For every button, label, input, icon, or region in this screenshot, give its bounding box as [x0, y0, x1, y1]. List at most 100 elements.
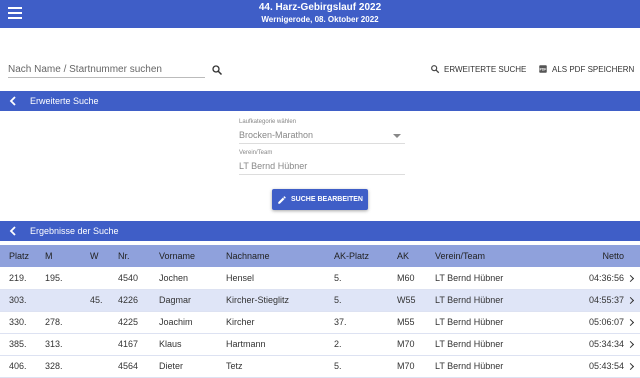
cell-team: LT Bernd Hübner	[435, 339, 504, 349]
advanced-search-button[interactable]: ERWEITERTE SUCHE	[430, 64, 526, 74]
event-title: 44. Harz-Gebirgslauf 2022	[258, 2, 382, 13]
cell-w: 45.	[90, 295, 103, 305]
cell-platz: 330.	[9, 317, 27, 327]
cell-team: LT Bernd Hübner	[435, 317, 504, 327]
cell-ak-platz: 5.	[334, 361, 342, 371]
column-header[interactable]: Nr.	[118, 245, 159, 267]
search-input[interactable]	[8, 62, 205, 78]
svg-text:PDF: PDF	[540, 68, 547, 72]
cell-ak: M70	[397, 339, 415, 349]
category-select-value: Brocken-Marathon	[239, 130, 314, 140]
cell-netto: 05:43:54	[588, 361, 624, 371]
cell-nachname: Tetz	[226, 361, 243, 371]
category-label: Laufkategorie wählen	[239, 119, 297, 125]
cell-team: LT Bernd Hübner	[435, 361, 504, 371]
table-header-row: Platz M W Nr. Vorname Nachname AK-Platz …	[0, 245, 640, 267]
advanced-search-label: ERWEITERTE SUCHE	[444, 64, 527, 74]
cell-nachname: Kircher-Stieglitz	[226, 295, 290, 305]
column-header[interactable]: AK	[397, 245, 435, 267]
cell-ak-platz: 2.	[334, 339, 342, 349]
team-label: Verein/Team	[239, 150, 273, 156]
cell-w	[90, 333, 118, 355]
cell-nr: 4225	[118, 317, 139, 327]
advanced-search-section-header[interactable]: Erweiterte Suche	[0, 91, 640, 111]
cell-netto: 05:06:07	[588, 317, 624, 327]
column-header[interactable]: Nachname	[226, 245, 334, 267]
team-field[interactable]: LT Bernd Hübner	[239, 161, 405, 175]
cell-ak: M70	[397, 361, 415, 371]
cell-nachname: Kircher	[226, 317, 255, 327]
chevron-right-icon[interactable]	[624, 355, 640, 377]
cell-platz: 219.	[9, 272, 27, 283]
team-field-value: LT Bernd Hübner	[239, 161, 308, 171]
save-pdf-button[interactable]: PDF ALS PDF SPEICHERN	[538, 64, 634, 74]
chevron-right-icon[interactable]	[624, 289, 640, 311]
cell-netto: 04:55:37	[588, 295, 624, 305]
cell-vorname: Dieter	[159, 361, 184, 371]
cell-ak: M60	[397, 272, 415, 283]
cell-netto: 04:36:56	[588, 272, 624, 283]
cell-w	[90, 267, 118, 289]
cell-vorname: Dagmar	[159, 295, 192, 305]
cell-m	[45, 289, 90, 311]
column-header[interactable]: AK-Platz	[334, 245, 397, 267]
edit-search-label: SUCHE BEARBEITEN	[291, 196, 363, 203]
column-header[interactable]: Verein/Team	[435, 245, 547, 267]
cell-team: LT Bernd Hübner	[435, 272, 504, 283]
table-row[interactable]: 330. 278. 4225 Joachim Kircher 37. M55 L…	[0, 311, 640, 333]
column-header[interactable]: Netto	[547, 245, 624, 267]
cell-m: 278.	[45, 317, 63, 327]
cell-nr: 4167	[118, 339, 139, 349]
results-title: Ergebnisse der Suche	[30, 226, 119, 236]
cell-w	[90, 355, 118, 377]
chevron-right-icon[interactable]	[624, 267, 640, 289]
search-icon[interactable]	[211, 64, 223, 76]
cell-vorname: Klaus	[159, 339, 182, 349]
cell-platz: 406.	[9, 361, 27, 371]
column-header[interactable]: W	[90, 245, 118, 267]
app-header: 44. Harz-Gebirgslauf 2022 Wernigerode, 0…	[0, 0, 640, 28]
table-row[interactable]: 303. 45. 4226 Dagmar Kircher-Stieglitz 5…	[0, 289, 640, 311]
cell-nr: 4226	[118, 295, 139, 305]
cell-ak: M55	[397, 317, 415, 327]
table-row[interactable]: 219. 195. 4540 Jochen Hensel 5. M60 LT B…	[0, 267, 640, 289]
cell-ak-platz: 5.	[334, 295, 342, 305]
column-header[interactable]: Platz	[0, 245, 45, 267]
cell-m: 313.	[45, 339, 63, 349]
cell-ak-platz: 37.	[334, 317, 347, 327]
cell-platz: 385.	[9, 339, 27, 349]
cell-ak: W55	[397, 295, 416, 305]
cell-team: LT Bernd Hübner	[435, 295, 504, 305]
event-subtitle: Wernigerode, 08. Oktober 2022	[261, 15, 379, 24]
edit-search-button[interactable]: SUCHE BEARBEITEN	[272, 189, 368, 210]
dropdown-arrow-icon	[393, 134, 401, 138]
chevron-left-icon[interactable]	[9, 96, 17, 106]
column-header[interactable]: Vorname	[159, 245, 226, 267]
category-select[interactable]: Brocken-Marathon	[239, 130, 405, 144]
chevron-left-icon[interactable]	[9, 226, 17, 236]
column-header[interactable]: M	[45, 245, 90, 267]
cell-m: 328.	[45, 361, 63, 371]
table-row[interactable]: 385. 313. 4167 Klaus Hartmann 2. M70 LT …	[0, 333, 640, 355]
cell-m: 195.	[45, 272, 63, 283]
cell-nachname: Hensel	[226, 272, 255, 283]
pdf-icon: PDF	[539, 65, 547, 73]
cell-vorname: Joachim	[159, 317, 193, 327]
cell-w	[90, 311, 118, 333]
cell-ak-platz: 5.	[334, 272, 342, 283]
cell-platz: 303.	[9, 295, 27, 305]
cell-netto: 05:34:34	[588, 339, 624, 349]
cell-nr: 4564	[118, 361, 139, 371]
cell-nr: 4540	[118, 272, 139, 283]
save-pdf-label: ALS PDF SPEICHERN	[552, 64, 635, 74]
results-section-header[interactable]: Ergebnisse der Suche	[0, 221, 640, 241]
cell-vorname: Jochen	[159, 272, 189, 283]
advanced-search-title: Erweiterte Suche	[30, 96, 99, 106]
chevron-right-icon[interactable]	[624, 333, 640, 355]
pencil-icon	[278, 195, 286, 204]
cell-nachname: Hartmann	[226, 339, 266, 349]
header-titles: 44. Harz-Gebirgslauf 2022 Wernigerode, 0…	[0, 2, 640, 25]
results-table: Platz M W Nr. Vorname Nachname AK-Platz …	[0, 245, 640, 378]
chevron-right-icon[interactable]	[624, 311, 640, 333]
table-row[interactable]: 406. 328. 4564 Dieter Tetz 5. M70 LT Ber…	[0, 355, 640, 377]
